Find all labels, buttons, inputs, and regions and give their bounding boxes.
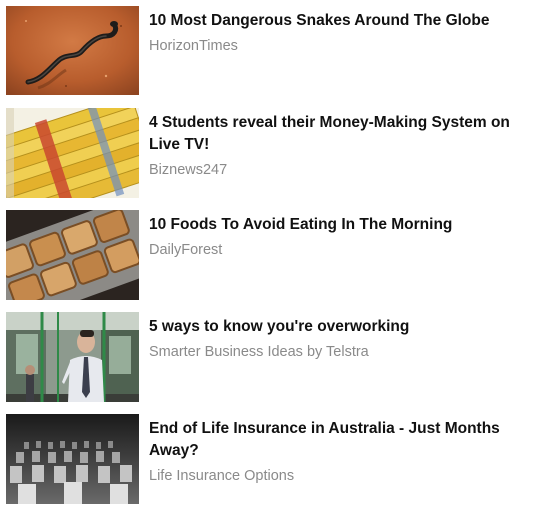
feed-item-text: 5 ways to know you're overworking Smarte…	[149, 312, 541, 361]
item-source: Life Insurance Options	[149, 468, 295, 484]
feed-item[interactable]: 10 Most Dangerous Snakes Around The Glob…	[6, 6, 541, 95]
item-source: Biznews247	[149, 162, 228, 178]
feed-item[interactable]: 5 ways to know you're overworking Smarte…	[6, 312, 541, 402]
item-headline[interactable]: 5 ways to know you're overworking	[149, 316, 541, 338]
feed-item-text: 4 Students reveal their Money-Making Sys…	[149, 108, 541, 179]
item-headline[interactable]: 10 Foods To Avoid Eating In The Morning	[149, 214, 541, 236]
feed-item[interactable]: End of Life Insurance in Australia - Jus…	[6, 414, 541, 504]
sponsored-content-feed: 10 Most Dangerous Snakes Around The Glob…	[0, 0, 548, 507]
commuter-train-image[interactable]	[6, 312, 139, 402]
item-source: Smarter Business Ideas by Telstra	[149, 344, 369, 360]
feed-item[interactable]: 10 Foods To Avoid Eating In The Morning …	[6, 210, 541, 300]
feed-item-text: 10 Foods To Avoid Eating In The Morning …	[149, 210, 541, 259]
feed-item[interactable]: 4 Students reveal their Money-Making Sys…	[6, 108, 541, 198]
item-headline[interactable]: 10 Most Dangerous Snakes Around The Glob…	[149, 10, 541, 32]
item-headline[interactable]: 4 Students reveal their Money-Making Sys…	[149, 112, 541, 156]
item-source: DailyForest	[149, 242, 223, 258]
item-source: HorizonTimes	[149, 38, 238, 54]
feed-item-text: End of Life Insurance in Australia - Jus…	[149, 414, 541, 485]
feed-item-text: 10 Most Dangerous Snakes Around The Glob…	[149, 6, 541, 55]
snake-on-sand-image[interactable]	[6, 6, 139, 95]
cash-stack-image[interactable]	[6, 108, 139, 198]
toast-tray-image[interactable]	[6, 210, 139, 300]
cemetery-image[interactable]	[6, 414, 139, 504]
item-headline[interactable]: End of Life Insurance in Australia - Jus…	[149, 418, 541, 462]
